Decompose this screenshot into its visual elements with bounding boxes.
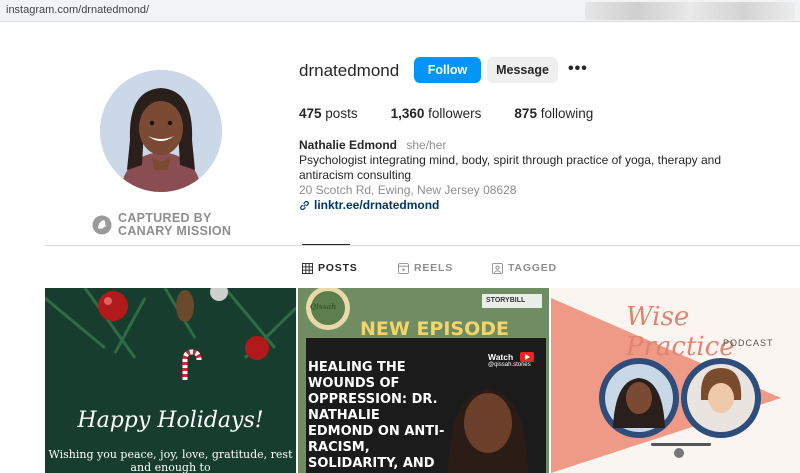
following-stat[interactable]: 875 following	[514, 106, 593, 121]
tab-tagged[interactable]: TAGGED	[492, 262, 557, 274]
podcast-title: Wise Practice	[626, 302, 735, 362]
profile-divider	[45, 245, 800, 246]
more-options-icon[interactable]: •••	[568, 60, 588, 78]
following-count: 875	[514, 106, 537, 121]
posts-label: posts	[325, 106, 358, 121]
redacted-toolbar	[585, 2, 795, 20]
url-text[interactable]: instagram.com/drnatedmond/	[6, 4, 149, 16]
message-button[interactable]: Message	[487, 57, 558, 83]
tab-tagged-label: TAGGED	[508, 262, 557, 274]
holiday-title: Happy Holidays!	[77, 408, 264, 433]
post-tile[interactable]: Qissah STORYBILL NEW EPISODE Watch @qiss…	[298, 288, 549, 473]
bio-name: Nathalie Edmond	[299, 138, 398, 152]
watch-handle: @qissah.stories	[488, 362, 531, 368]
holiday-text: Wishing you peace, joy, love, gratitude,…	[48, 448, 293, 473]
posts-count: 475	[299, 106, 322, 121]
bio-description: Psychologist integrating mind, body, spi…	[299, 153, 722, 182]
canary-logo-icon	[92, 215, 112, 235]
episode-body: HEALING THE WOUNDS OF OPPRESSION: DR. NA…	[308, 360, 445, 473]
bio-pronouns: she/her	[406, 138, 447, 152]
profile-stats: 475 posts 1,360 followers 875 following	[299, 106, 626, 121]
canary-mission-watermark: CAPTURED BY CANARY MISSION	[92, 212, 231, 238]
reels-icon	[398, 262, 409, 274]
follow-button[interactable]: Follow	[414, 57, 481, 83]
tab-posts[interactable]: POSTS	[302, 262, 358, 274]
grid-icon	[302, 262, 313, 274]
bio-link-text[interactable]: linktr.ee/drnatedmond	[314, 198, 439, 213]
browser-address-bar[interactable]: instagram.com/drnatedmond/	[0, 0, 800, 22]
followers-count: 1,360	[390, 106, 425, 121]
avatar-photo	[100, 70, 222, 192]
tab-reels[interactable]: REELS	[398, 262, 453, 274]
bio-link[interactable]: linktr.ee/drnatedmond	[299, 198, 769, 213]
post-tile[interactable]: Wise Practice PODCAST	[551, 288, 800, 473]
holiday-artwork	[45, 288, 296, 473]
tagged-icon	[492, 262, 503, 274]
bio-address[interactable]: 20 Scotch Rd, Ewing, New Jersey 08628	[299, 183, 769, 198]
podcast-subtitle: PODCAST	[723, 338, 774, 348]
tab-posts-label: POSTS	[318, 262, 358, 274]
link-icon	[300, 200, 309, 211]
followers-label: followers	[428, 106, 482, 121]
watch-label: Watch @qissah.stories	[488, 352, 531, 368]
post-tile[interactable]: Happy Holidays! Wishing you peace, joy, …	[45, 288, 296, 473]
following-label: following	[540, 106, 594, 121]
followers-stat[interactable]: 1,360 followers	[391, 106, 482, 121]
watermark-line-2: CANARY MISSION	[118, 224, 232, 238]
episode-heading: NEW EPISODE	[360, 318, 510, 340]
posts-stat: 475 posts	[299, 106, 358, 121]
profile-bio: Nathalie Edmond she/her Psychologist int…	[299, 138, 769, 213]
profile-username: drnatedmond	[299, 61, 400, 80]
qissah-logo-text: Qissah	[310, 302, 337, 311]
storybill-badge: STORYBILL	[486, 297, 526, 304]
watch-text: Watch	[488, 352, 514, 362]
avatar[interactable]	[100, 70, 222, 192]
tab-reels-label: REELS	[414, 262, 454, 274]
active-tab-indicator	[302, 244, 350, 245]
